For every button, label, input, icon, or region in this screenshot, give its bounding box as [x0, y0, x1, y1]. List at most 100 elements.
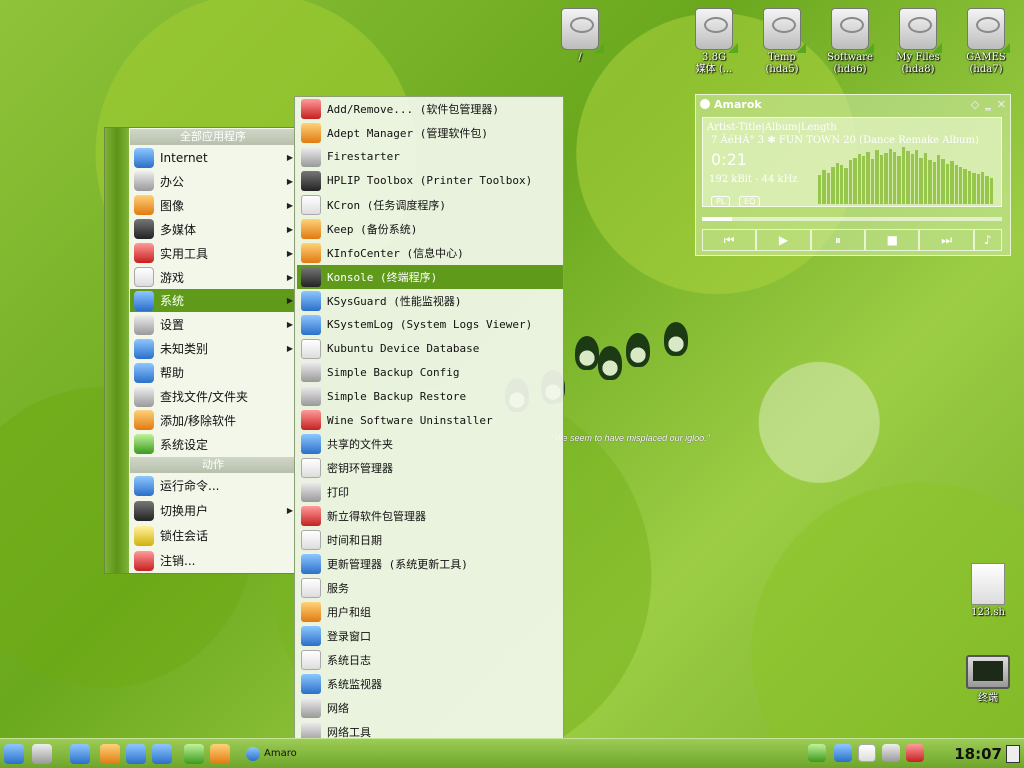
app-icon[interactable] — [100, 744, 120, 764]
kmenu-item[interactable]: 系统设定 — [130, 433, 296, 456]
submenu-item[interactable]: 系统监视器 — [297, 672, 563, 696]
pause-icon[interactable]: ⏸ — [810, 229, 866, 251]
submenu-item[interactable]: Keep (备份系统) — [297, 217, 563, 241]
submenu-item[interactable]: Simple Backup Config — [297, 360, 563, 384]
services-icon — [301, 578, 321, 598]
browser-icon[interactable] — [126, 744, 146, 764]
submenu-item-label: 新立得软件包管理器 — [327, 510, 426, 524]
drive-temp[interactable]: Temp (hda5) — [744, 8, 820, 76]
submenu-item[interactable]: 服务 — [297, 576, 563, 600]
amarok-close-button[interactable]: ✕ — [997, 98, 1006, 111]
submenu-item[interactable]: Firestarter — [297, 145, 563, 169]
drive-media[interactable]: 3.8G 媒体 (... — [676, 8, 752, 76]
taskbar-amarok-button[interactable]: Amaro — [264, 748, 297, 759]
submenu-item[interactable]: 网络 — [297, 696, 563, 720]
submenu-item[interactable]: KInfoCenter (信息中心) — [297, 241, 563, 265]
kmenu-item[interactable]: 添加/移除软件 — [130, 409, 296, 432]
submenu-item[interactable]: Kubuntu Device Database — [297, 337, 563, 361]
drive-games[interactable]: GAMES (hda7) — [948, 8, 1024, 76]
kmenu-item[interactable]: Internet ▶ — [130, 146, 296, 169]
kmenu-item-label: 未知类别 — [160, 342, 209, 357]
volume-icon[interactable] — [834, 744, 852, 762]
drive-software[interactable]: Software (hda6) — [812, 8, 888, 76]
submenu-item[interactable]: Add/Remove... (软件包管理器) — [297, 97, 563, 121]
amarok-minimize-button[interactable]: ‗ — [985, 98, 991, 111]
kmenu-item[interactable]: 运行命令... — [130, 474, 296, 497]
submenu-item-label: 服务 — [327, 582, 349, 595]
submenu-arrow-icon: ▶ — [286, 224, 293, 234]
submenu-item[interactable]: KSysGuard (性能监视器) — [297, 289, 563, 313]
submenu-item[interactable]: KSystemLog (System Logs Viewer) — [297, 313, 563, 337]
submenu-arrow-icon: ▶ — [286, 176, 293, 186]
amarok-equalizer-button[interactable]: EQ — [739, 196, 761, 207]
scissors-icon — [134, 243, 154, 264]
tray-update-icon[interactable] — [808, 744, 826, 762]
submenu-item[interactable]: 打印 — [297, 480, 563, 504]
show-desktop-icon[interactable] — [1006, 745, 1020, 763]
submenu-item[interactable]: Wine Software Uninstaller — [297, 408, 563, 432]
submenu-item-label: Adept Manager (管理软件包) — [327, 126, 488, 140]
submenu-item[interactable]: 系统日志 — [297, 648, 563, 672]
drive-label: GAMES (hda7) — [966, 52, 1006, 75]
kmenu-item[interactable]: 注销... — [130, 549, 296, 572]
submenu-item-label: KInfoCenter (信息中心) — [327, 246, 464, 260]
submenu-item[interactable]: HPLIP Toolbox (Printer Toolbox) — [297, 169, 563, 193]
amarok-playlist-button[interactable]: PL — [711, 196, 731, 207]
kmenu-item[interactable]: 办公 ▶ — [130, 170, 296, 193]
amarok-progress-slider[interactable] — [702, 217, 1002, 221]
kmenu-item[interactable]: 锁住会话 — [130, 524, 296, 547]
stop-icon[interactable]: ■ — [865, 229, 920, 251]
kmenu-item[interactable]: 帮助 — [130, 361, 296, 384]
amarok-titlebar[interactable]: Amarok ◇ ‗ ✕ — [696, 95, 1010, 113]
spectrum-bar — [897, 156, 901, 204]
play-icon[interactable]: ▶ — [756, 229, 811, 251]
submenu-item[interactable]: 登录窗口 — [297, 624, 563, 648]
drive-myfiles[interactable]: My Files (hda8) — [880, 8, 956, 76]
kmenu-item[interactable]: 实用工具 ▶ — [130, 242, 296, 265]
volume-icon[interactable]: ♪ — [973, 229, 1002, 251]
kmenu-item[interactable]: 查找文件/文件夹 — [130, 385, 296, 408]
submenu-item[interactable]: 密钥环管理器 — [297, 456, 563, 480]
kmenu-item[interactable]: 切换用户 ▶ — [130, 499, 296, 522]
drive-root[interactable]: / — [542, 8, 618, 64]
desktop-file-terminal[interactable]: 终端 — [956, 655, 1020, 705]
submenu-arrow-icon: ▶ — [286, 153, 293, 162]
kmenu-item[interactable]: 图像 ▶ — [130, 194, 296, 217]
warning-icon[interactable] — [906, 744, 924, 762]
kmenu-item[interactable]: 系统 ▶ — [130, 289, 296, 313]
desktop-file-123sh[interactable]: 123.sh — [956, 563, 1020, 619]
kmenu-item[interactable]: 多媒体 ▶ — [130, 218, 296, 241]
terminal-icon — [966, 655, 1010, 689]
spectrum-bar — [967, 170, 972, 204]
next-track-icon[interactable]: ⏭ — [919, 229, 974, 251]
submenu-item[interactable]: Simple Backup Restore — [297, 384, 563, 408]
kmenu-icon[interactable] — [4, 744, 24, 764]
firefox-icon[interactable] — [210, 744, 230, 764]
desktop-icon[interactable] — [32, 744, 52, 764]
submenu-item[interactable]: Adept Manager (管理软件包) — [297, 121, 563, 145]
submenu-item[interactable]: KCron (任务调度程序) — [297, 193, 563, 217]
klipper-icon[interactable] — [858, 744, 876, 762]
submenu-item-label: HPLIP Toolbox (Printer Toolbox) — [327, 174, 533, 188]
system-icon[interactable] — [70, 744, 90, 764]
submenu-item[interactable]: 更新管理器 (系统更新工具) — [297, 552, 563, 576]
kmenu-header-apps: 全部应用程序 — [130, 129, 296, 145]
submenu-item[interactable]: 新立得软件包管理器 — [297, 504, 563, 528]
submenu-item[interactable]: 用户和组 — [297, 600, 563, 624]
knetwork-icon[interactable] — [882, 744, 900, 762]
kmenu-item[interactable]: 未知类别 ▶ — [130, 337, 296, 360]
amarok-window[interactable]: Amarok ◇ ‗ ✕ Artist-Title|Album|Length 7… — [695, 94, 1011, 256]
amarok-sticky-button[interactable]: ◇ — [971, 98, 979, 111]
kmenu-item[interactable]: 设置 ▶ — [130, 313, 296, 336]
clock[interactable]: 18:07 — [954, 745, 1002, 763]
paint-icon[interactable] — [184, 744, 204, 764]
kmenu-item-label: 查找文件/文件夹 — [160, 390, 249, 404]
submenu-item[interactable]: Konsole (终端程序) — [297, 264, 563, 289]
previous-track-icon[interactable]: ⏮ — [702, 229, 757, 251]
submenu-item[interactable]: 时间和日期 — [297, 528, 563, 552]
network-icon — [301, 697, 321, 718]
network-icon[interactable] — [152, 744, 172, 764]
submenu-item[interactable]: 共享的文件夹 — [297, 432, 563, 456]
kmenu-item[interactable]: 游戏 ▶ — [130, 266, 296, 289]
submenu-item-label: Konsole (终端程序) — [327, 270, 438, 284]
